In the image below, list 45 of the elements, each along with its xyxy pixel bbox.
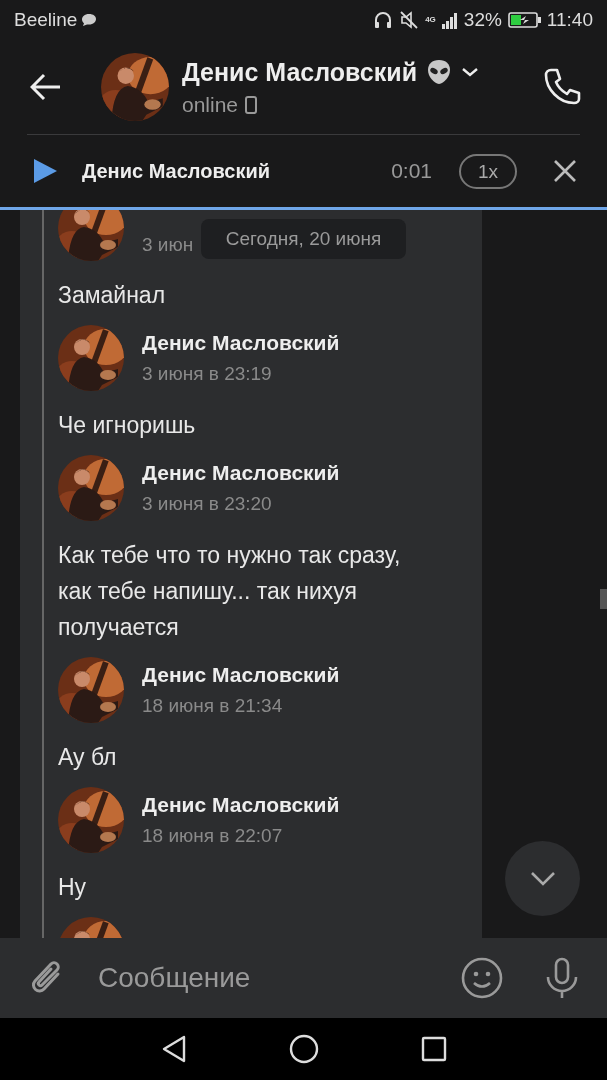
track-title: Денис Масловский — [82, 159, 271, 183]
message-text: Как тебе что то нужно так сразу, как тебе напишу... так нихуя получается — [58, 541, 402, 642]
track-time: 0:01 — [391, 159, 432, 183]
phone-device-icon — [245, 95, 258, 114]
speed-button[interactable]: 1x — [459, 153, 517, 189]
message-date: 3 июня в 23:19 — [142, 363, 272, 385]
chevron-down-button[interactable] — [461, 66, 479, 78]
author-name: Денис Масловский — [142, 663, 340, 687]
author-name: Денис Масловский — [142, 331, 340, 355]
battery-charging-icon — [507, 12, 541, 28]
message-input[interactable]: Сообщение — [98, 953, 461, 1003]
alien-icon — [425, 58, 453, 86]
mute-icon — [399, 10, 420, 30]
back-button[interactable] — [30, 73, 62, 101]
message-date: 3 июн — [142, 234, 194, 256]
date-label: Сегодня, 20 июня — [201, 219, 406, 259]
signal-icon — [441, 11, 458, 29]
contact-name: Денис Масловский — [182, 57, 417, 87]
play-button[interactable] — [33, 158, 58, 184]
call-button[interactable] — [543, 67, 581, 107]
message-date: 18 июня в 21:34 — [142, 695, 283, 717]
recents-nav-button[interactable] — [420, 1036, 447, 1062]
chevron-down-icon — [529, 870, 556, 887]
headphones-icon — [373, 10, 394, 30]
author-name: Денис Масловский — [142, 793, 340, 817]
message-text: Замайнал — [58, 281, 167, 310]
network-label: 4G — [425, 16, 436, 24]
scrollbar-thumb[interactable] — [600, 589, 607, 609]
emoji-button[interactable] — [461, 957, 503, 999]
back-nav-button[interactable] — [160, 1035, 187, 1063]
home-nav-button[interactable] — [288, 1034, 319, 1064]
message-text: Ну — [58, 873, 88, 902]
message-date: 3 июня в 23:20 — [142, 493, 272, 515]
chat-bubble-icon — [81, 13, 98, 27]
message-text: Че игноришь — [58, 411, 197, 440]
clock-time: 11:40 — [546, 9, 593, 31]
online-status: online — [182, 92, 239, 117]
message-date: 18 июня в 22:07 — [142, 825, 283, 847]
microphone-button[interactable] — [545, 957, 579, 999]
message-text: Ау бл — [58, 743, 118, 772]
close-button[interactable] — [553, 159, 577, 183]
author-name: Денис Масловский — [142, 461, 340, 485]
message-composer-bar[interactable]: Сообщение — [0, 938, 607, 1018]
battery-percent: 32% — [463, 9, 502, 31]
carrier-name: Beeline — [14, 9, 78, 31]
